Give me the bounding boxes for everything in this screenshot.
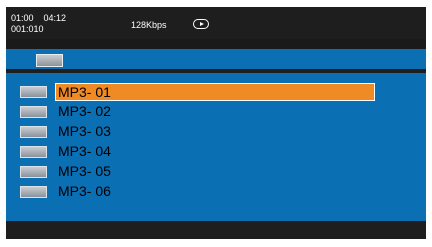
status-bar: 01:00 04:12 001:010 128Kbps — [6, 7, 426, 39]
total-time: 04:12 — [43, 13, 67, 23]
bitrate: 128Kbps — [131, 20, 167, 30]
file-name: MP3- 01 — [55, 83, 375, 101]
file-row[interactable]: MP3- 02 — [6, 102, 426, 121]
time-row: 01:00 04:12 — [11, 13, 66, 24]
file-list: MP3- 01 MP3- 02 MP3- 03 MP3- 04 MP3- 05 MP3- … — [6, 73, 426, 221]
folder-icon[interactable] — [36, 54, 63, 67]
media-player-screen: 01:00 04:12 001:010 128Kbps MP3- 01 MP3- 0… — [6, 7, 426, 239]
file-row[interactable]: MP3- 03 — [6, 122, 426, 141]
file-name: MP3- 06 — [58, 183, 111, 199]
header-spacer — [6, 39, 426, 49]
file-row[interactable]: MP3- 04 — [6, 142, 426, 161]
file-row[interactable]: MP3- 05 — [6, 162, 426, 181]
file-row[interactable]: MP3- 01 — [6, 82, 426, 101]
track-counter: 001:010 — [11, 24, 44, 34]
folder-icon — [20, 86, 47, 98]
folder-icon — [20, 126, 47, 138]
folder-icon — [20, 166, 47, 178]
folder-icon — [20, 186, 47, 198]
file-name: MP3- 03 — [58, 123, 111, 139]
file-name: MP3- 05 — [58, 163, 111, 179]
file-name: MP3- 04 — [58, 143, 111, 159]
elapsed-time: 01:00 — [11, 13, 34, 23]
file-name: MP3- 02 — [58, 103, 111, 119]
folder-icon — [20, 106, 47, 118]
bottom-bar — [6, 221, 426, 239]
time-info: 01:00 04:12 001:010 — [11, 13, 66, 35]
path-bar — [6, 49, 426, 69]
play-circle-icon — [193, 19, 209, 29]
folder-icon — [20, 146, 47, 158]
file-row[interactable]: MP3- 06 — [6, 182, 426, 201]
